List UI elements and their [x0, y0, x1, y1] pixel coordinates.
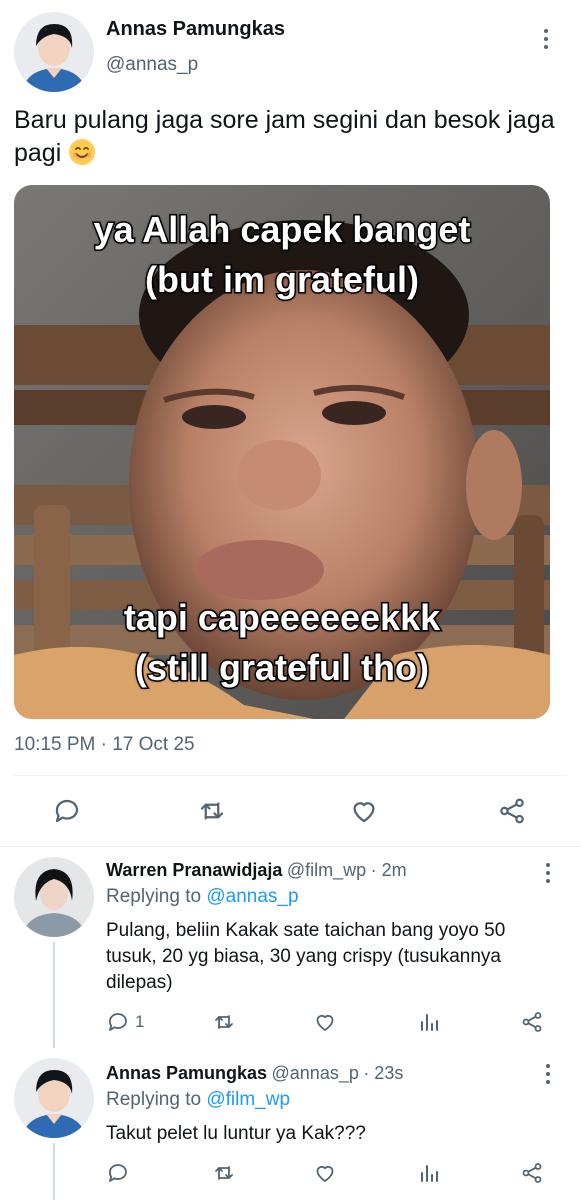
like-icon[interactable]	[349, 796, 379, 826]
meme-top-caption-line1: ya Allah capek banget	[92, 208, 472, 252]
meme-top-caption-line2: (but im grateful)	[144, 258, 421, 302]
replying-to-label: Replying to	[106, 1089, 202, 1110]
retweet-icon[interactable]	[212, 1010, 236, 1034]
share-icon[interactable]	[497, 796, 527, 826]
analytics-icon[interactable]	[417, 1161, 441, 1185]
more-options-icon[interactable]	[546, 863, 550, 883]
reply-text-line: Pulang, beliin Kakak sate taichan bang y…	[106, 920, 506, 941]
reply-author-handle[interactable]: @annas_p	[272, 1063, 359, 1083]
divider	[14, 775, 567, 776]
reply-time[interactable]: · 2m	[371, 860, 407, 880]
reply-author-name[interactable]: Annas Pamungkas	[106, 1063, 267, 1083]
reply-header: Annas Pamungkas @annas_p · 23s	[106, 1063, 403, 1084]
replying-to-label: Replying to	[106, 886, 202, 907]
reply-text-line: Takut pelet lu luntur ya Kak???	[106, 1123, 366, 1144]
meme-bottom-caption-line1: tapi capeeeeeekkk	[122, 596, 441, 640]
author-handle[interactable]: @annas_p	[106, 54, 198, 76]
analytics-icon[interactable]	[417, 1010, 441, 1034]
reply-author-handle[interactable]: @film_wp	[287, 860, 366, 880]
share-icon[interactable]	[520, 1010, 544, 1034]
reply-author-avatar[interactable]	[14, 857, 94, 937]
reply-text: Pulang, beliin Kakak sate taichan bang y…	[106, 918, 566, 996]
replying-to: Replying to @annas_p	[106, 886, 299, 908]
reply-icon[interactable]	[106, 1010, 130, 1034]
replying-to-mention[interactable]: @annas_p	[206, 886, 298, 907]
replying-to: Replying to @film_wp	[106, 1089, 290, 1111]
replying-to-mention[interactable]: @film_wp	[206, 1089, 290, 1110]
retweet-icon[interactable]	[212, 1161, 236, 1185]
like-icon[interactable]	[313, 1010, 337, 1034]
reply-text: Takut pelet lu luntur ya Kak???	[106, 1121, 566, 1147]
like-icon[interactable]	[313, 1161, 337, 1185]
reply-icon[interactable]	[106, 1161, 130, 1185]
smiling-face-emoji-icon	[68, 138, 96, 166]
divider	[0, 846, 581, 847]
share-icon[interactable]	[520, 1161, 544, 1185]
meme-bottom-caption-line2: (still grateful tho)	[134, 646, 431, 690]
tweet-media-image[interactable]: ya Allah capek banget (but im grateful) …	[14, 185, 550, 719]
more-options-icon[interactable]	[544, 29, 548, 49]
tweet-timestamp[interactable]: 10:15 PM · 17 Oct 25	[14, 734, 195, 756]
reply-icon[interactable]	[52, 796, 82, 826]
author-name[interactable]: Annas Pamungkas	[106, 18, 285, 41]
reply-count: 1	[135, 1012, 145, 1031]
more-options-icon[interactable]	[546, 1064, 550, 1084]
reply-header: Warren Pranawidjaja @film_wp · 2m	[106, 860, 407, 881]
tweet-text: Baru pulang jaga sore jam segini dan bes…	[14, 104, 564, 170]
reply-text-line: dilepas)	[106, 972, 173, 993]
thread-line	[53, 1143, 55, 1200]
author-avatar[interactable]	[14, 12, 94, 92]
reply-author-avatar[interactable]	[14, 1058, 94, 1138]
retweet-icon[interactable]	[197, 796, 227, 826]
reply-author-name[interactable]: Warren Pranawidjaja	[106, 860, 282, 880]
reply-text-line: tusuk, 20 yg biasa, 30 yang crispy (tusu…	[106, 946, 502, 967]
thread-line	[53, 942, 55, 1048]
reply-time[interactable]: · 23s	[363, 1063, 403, 1083]
